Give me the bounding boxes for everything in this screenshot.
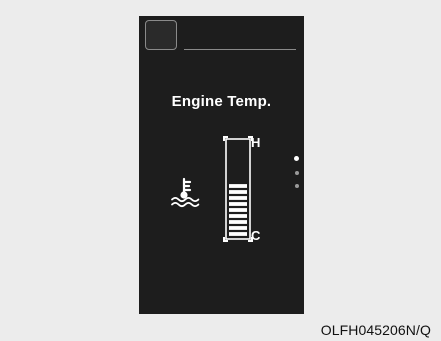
temperature-gauge bbox=[221, 135, 255, 245]
coolant-temperature-icon bbox=[169, 176, 203, 210]
gauge-segment bbox=[229, 220, 247, 224]
gauge-segment bbox=[229, 196, 247, 200]
gauge-segment bbox=[229, 190, 247, 194]
gauge-segment bbox=[229, 208, 247, 212]
gauge-segment bbox=[229, 226, 247, 230]
gauge-segment bbox=[229, 184, 247, 188]
top-divider-line bbox=[184, 49, 296, 50]
gauge-segment bbox=[229, 202, 247, 206]
page-dot-active bbox=[294, 156, 299, 161]
gauge-low-label: C bbox=[251, 228, 261, 243]
engine-temp-title: Engine Temp. bbox=[171, 93, 272, 110]
gauge-high-label: H bbox=[251, 135, 261, 150]
top-icon-box bbox=[145, 20, 177, 50]
engine-temp-display: Engine Temp. H C bbox=[139, 16, 304, 314]
gauge-segment bbox=[229, 232, 247, 236]
page-dot bbox=[294, 171, 299, 175]
page-dot bbox=[294, 184, 299, 188]
gauge-segment bbox=[229, 214, 247, 218]
figure-code: OLFH045206N/Q bbox=[320, 322, 431, 338]
page-indicator bbox=[293, 156, 301, 196]
